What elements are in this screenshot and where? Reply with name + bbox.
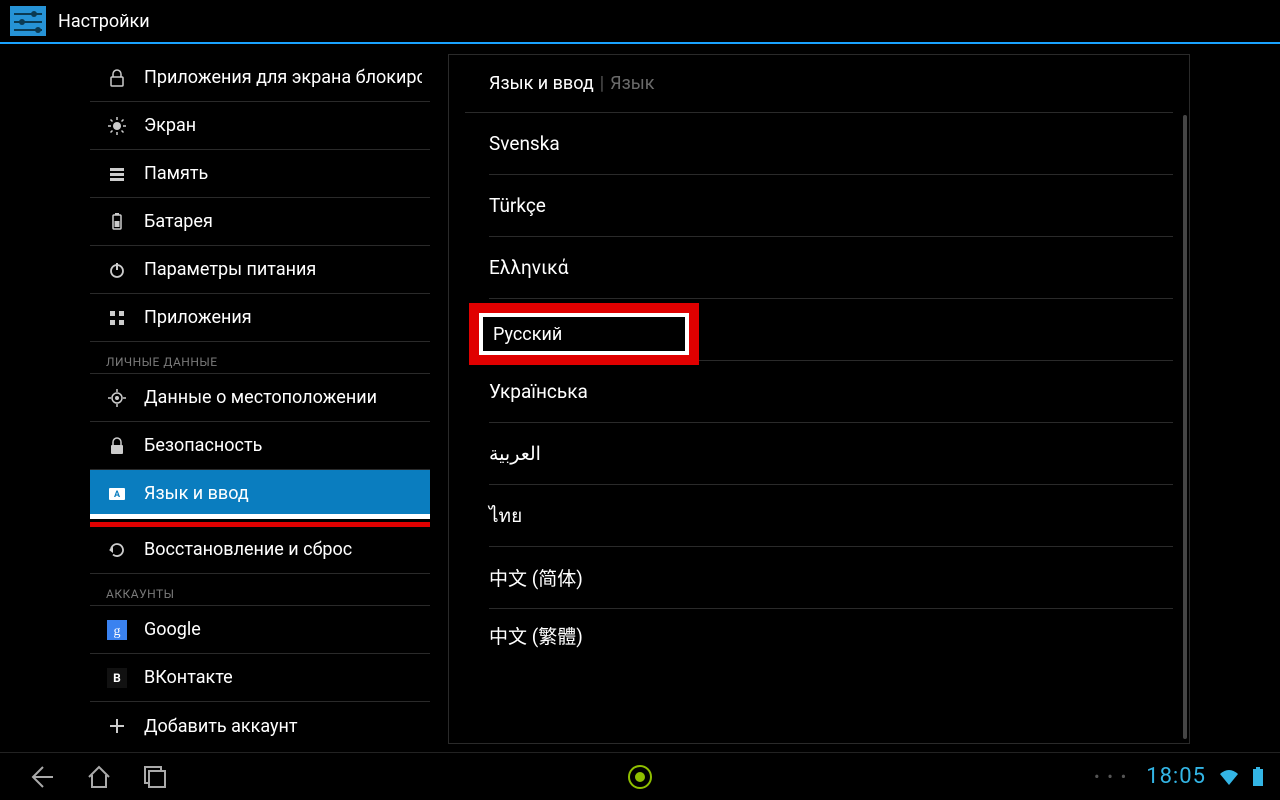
lang-label: Русский — [493, 324, 562, 345]
sidebar-item-language[interactable]: A Язык и ввод — [90, 470, 430, 518]
restore-icon — [106, 539, 128, 561]
lang-label: Türkçe — [489, 194, 546, 217]
sidebar-item-backup-reset[interactable]: Восстановление и сброс — [90, 526, 430, 574]
sidebar-item-label: Параметры питания — [144, 259, 316, 280]
location-icon — [106, 387, 128, 409]
language-list[interactable]: Svenska Türkçe Ελληνικά Русский Українсь… — [465, 113, 1173, 661]
svg-text:A: A — [114, 490, 121, 500]
home-button[interactable] — [84, 762, 114, 792]
sidebar-item-storage[interactable]: Память — [90, 150, 430, 198]
sidebar-item-label: Память — [144, 163, 208, 184]
power-icon — [106, 259, 128, 281]
lang-item-arabic[interactable]: العربية — [489, 423, 1173, 485]
sidebar-item-display[interactable]: Экран — [90, 102, 430, 150]
sidebar-item-apps[interactable]: Приложения — [90, 294, 430, 342]
lang-label: 中文 (繁體) — [489, 622, 583, 649]
vk-icon: B — [106, 667, 128, 689]
sidebar-item-label: Добавить аккаунт — [144, 716, 298, 737]
lang-label: 中文 (简体) — [489, 564, 583, 591]
sidebar-item-label: Google — [144, 619, 201, 640]
sidebar-header-accounts: АККАУНТЫ — [90, 574, 430, 606]
clock: 18:05 — [1146, 764, 1206, 789]
breadcrumb-separator: | — [594, 73, 610, 94]
plus-icon — [106, 715, 128, 737]
settings-app-icon — [10, 6, 46, 36]
lock-icon — [106, 67, 128, 89]
svg-text:B: B — [113, 671, 121, 685]
system-navbar: • • • 18:05 — [0, 752, 1280, 800]
scrollbar[interactable] — [1183, 115, 1187, 739]
sidebar-item-label: Батарея — [144, 211, 213, 232]
sidebar-item-label: Язык и ввод — [144, 483, 249, 504]
sidebar-item-label: Приложения для экрана блокировки — [144, 67, 422, 88]
lang-label: ไทย — [489, 501, 522, 531]
breadcrumb: Язык и ввод | Язык — [465, 55, 1173, 113]
status-area[interactable]: • • • 18:05 — [1094, 764, 1280, 789]
language-panel: Язык и ввод | Язык Svenska Türkçe Ελληνι… — [448, 54, 1190, 744]
lang-item-chinese-traditional[interactable]: 中文 (繁體) — [489, 609, 1173, 661]
app-title: Настройки — [58, 11, 150, 32]
sun-icon — [106, 115, 128, 137]
lang-label: Українська — [489, 380, 588, 403]
sidebar-item-power[interactable]: Параметры питания — [90, 246, 430, 294]
lang-item-ukrainian[interactable]: Українська — [489, 361, 1173, 423]
sidebar-item-add-account[interactable]: Добавить аккаунт — [90, 702, 430, 744]
back-button[interactable] — [28, 762, 58, 792]
lang-item-greek[interactable]: Ελληνικά — [489, 237, 1173, 299]
apps-icon — [106, 307, 128, 329]
annotation-highlight-inner: Русский — [479, 313, 689, 355]
sidebar-header-personal: ЛИЧНЫЕ ДАННЫЕ — [90, 342, 430, 374]
lang-label: العربية — [489, 442, 541, 465]
settings-sidebar[interactable]: Приложения для экрана блокировки Экран П… — [90, 54, 430, 744]
sidebar-item-google[interactable]: g Google — [90, 606, 430, 654]
sidebar-item-battery[interactable]: Батарея — [90, 198, 430, 246]
keyboard-icon: A — [106, 483, 128, 505]
breadcrumb-main[interactable]: Язык и ввод — [489, 73, 594, 94]
nav-center-indicator[interactable] — [627, 764, 653, 790]
svg-text:g: g — [114, 624, 121, 639]
lang-item-thai[interactable]: ไทย — [489, 485, 1173, 547]
storage-icon — [106, 163, 128, 185]
sidebar-item-label: ВКонтакте — [144, 667, 233, 688]
lang-item-russian[interactable]: Русский — [489, 299, 1173, 361]
lang-label: Ελληνικά — [489, 256, 568, 279]
battery-icon — [106, 211, 128, 233]
sidebar-item-security[interactable]: Безопасность — [90, 422, 430, 470]
sidebar-item-vk[interactable]: B ВКонтакте — [90, 654, 430, 702]
sidebar-item-label: Безопасность — [144, 435, 262, 456]
google-icon: g — [106, 619, 128, 641]
lang-item-svenska[interactable]: Svenska — [489, 113, 1173, 175]
sidebar-item-label: Данные о местоположении — [144, 387, 377, 408]
breadcrumb-sub: Язык — [610, 73, 654, 94]
sidebar-item-label: Восстановление и сброс — [144, 539, 352, 560]
lock-icon — [106, 435, 128, 457]
status-dots-icon: • • • — [1094, 767, 1128, 786]
wifi-icon — [1218, 768, 1240, 786]
lang-item-turkce[interactable]: Türkçe — [489, 175, 1173, 237]
recent-apps-button[interactable] — [140, 762, 170, 792]
battery-status-icon — [1252, 767, 1264, 787]
lang-label: Svenska — [489, 132, 560, 155]
sidebar-item-location[interactable]: Данные о местоположении — [90, 374, 430, 422]
sidebar-item-label: Экран — [144, 115, 196, 136]
sidebar-item-label: Приложения — [144, 307, 252, 328]
sidebar-item-lockscreen-apps[interactable]: Приложения для экрана блокировки — [90, 54, 430, 102]
content-area: Приложения для экрана блокировки Экран П… — [0, 46, 1280, 752]
titlebar: Настройки — [0, 0, 1280, 44]
lang-item-chinese-simplified[interactable]: 中文 (简体) — [489, 547, 1173, 609]
